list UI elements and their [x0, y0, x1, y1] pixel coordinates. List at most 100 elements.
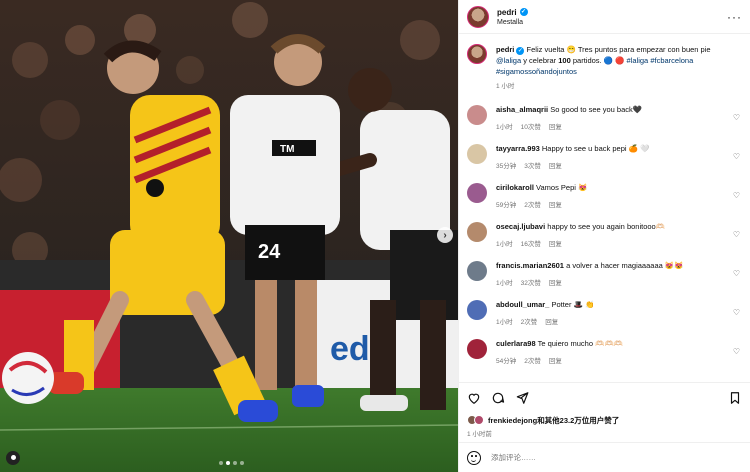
- svg-text:ed: ed: [330, 330, 370, 368]
- comment-row: abdoull_umar_ Potter 🎩 👏 1小时 2次赞 回复 ♡: [467, 300, 742, 326]
- comment-like-heart-icon[interactable]: ♡: [733, 191, 740, 200]
- likes-username[interactable]: frenkiedejong: [488, 416, 537, 425]
- comment-text: So good to see you back🖤: [550, 105, 643, 114]
- avatar[interactable]: [467, 183, 487, 203]
- reply-button[interactable]: 回复: [549, 199, 562, 209]
- comment-rows: aisha_almaqrii So good to see you back🖤 1…: [467, 105, 742, 365]
- comment-text: Vamos Pepi 😻: [536, 183, 588, 192]
- comment-like-heart-icon[interactable]: ♡: [733, 308, 740, 317]
- bookmark-icon[interactable]: [728, 391, 742, 405]
- comment-row: aisha_almaqrii So good to see you back🖤 1…: [467, 105, 742, 131]
- avatar[interactable]: [467, 339, 487, 359]
- verified-badge-icon: ✓: [516, 47, 525, 55]
- carousel-dot: [233, 461, 237, 465]
- comment-text: Potter 🎩 👏: [551, 300, 595, 309]
- add-comment-bar: [459, 442, 750, 472]
- comment-likes[interactable]: 2次赞: [524, 199, 541, 209]
- comment-likes[interactable]: 10次赞: [521, 121, 541, 131]
- avatar: [474, 415, 484, 425]
- carousel-dot: [240, 461, 244, 465]
- avatar[interactable]: [467, 222, 487, 242]
- comment-like-heart-icon[interactable]: ♡: [733, 347, 740, 356]
- comment-like-heart-icon[interactable]: ♡: [733, 230, 740, 239]
- comment-username[interactable]: cirilokaroll: [496, 183, 534, 192]
- comment-username[interactable]: aisha_almaqrii: [496, 105, 548, 114]
- comment-like-heart-icon[interactable]: ♡: [733, 269, 740, 278]
- caption-mention[interactable]: @laliga: [496, 56, 521, 65]
- comment-like-heart-icon[interactable]: ♡: [733, 113, 740, 122]
- comment-time: 59分钟: [496, 202, 517, 209]
- caption-time: 1 小时: [496, 83, 515, 90]
- comment-like-heart-icon[interactable]: ♡: [733, 152, 740, 161]
- comment-likes[interactable]: 2次赞: [524, 355, 541, 365]
- comment-time: 1小时: [496, 280, 513, 287]
- post-header: pedri ✓ Mestalla ···: [459, 0, 750, 34]
- svg-text:TM: TM: [280, 144, 294, 155]
- reply-button[interactable]: 回复: [549, 277, 562, 287]
- verified-badge-icon: ✓: [519, 8, 528, 16]
- comment-row: osecaj.ljubavi happy to see you again bo…: [467, 222, 742, 248]
- comment-likes[interactable]: 2次赞: [521, 316, 538, 326]
- comment-time: 1小时: [496, 241, 513, 248]
- avatar[interactable]: [467, 105, 487, 125]
- carousel-dot: [219, 461, 223, 465]
- avatar[interactable]: [467, 44, 487, 64]
- post-timestamp: 1 小时前: [467, 431, 492, 438]
- comment-time: 1小时: [496, 319, 513, 326]
- comment-text: Happy to see u back pepi 🍊 🤍: [541, 144, 650, 153]
- comments-list: pedri ✓ Feliz vuelta 😁 Tres puntos para …: [459, 34, 750, 382]
- reply-button[interactable]: 回复: [549, 160, 562, 170]
- comment-row: culerlara98 Te quiero mucho 🫶🏻🫶🏻🫶🏻 54分钟 2次…: [467, 339, 742, 365]
- avatar[interactable]: [467, 5, 489, 28]
- reply-button[interactable]: 回复: [549, 121, 562, 131]
- comment-row: cirilokaroll Vamos Pepi 😻 59分钟 2次赞 回复 ♡: [467, 183, 742, 209]
- post-caption: pedri ✓ Feliz vuelta 😁 Tres puntos para …: [467, 44, 742, 92]
- comment-username[interactable]: tayyarra.993: [496, 144, 540, 153]
- post-image[interactable]: ed TM 24 ›: [0, 0, 458, 472]
- comment-username[interactable]: osecaj.ljubavi: [496, 222, 545, 231]
- emoji-icon[interactable]: [467, 450, 481, 465]
- reply-button[interactable]: 回复: [549, 355, 562, 365]
- caption-text-mid: y celebrar: [521, 56, 559, 65]
- carousel-dot-active: [226, 461, 230, 465]
- comment-likes[interactable]: 3次赞: [524, 160, 541, 170]
- comment-time: 35分钟: [496, 163, 517, 170]
- likes-summary: frenkiedejong和其他23.2万位用户赞了: [459, 412, 750, 428]
- caption-text-mid2: partidos. 🔵 🔴: [570, 56, 627, 65]
- post-location[interactable]: Mestalla: [497, 19, 528, 26]
- comment-time: 1小时: [496, 124, 513, 131]
- user-tag-icon[interactable]: [6, 451, 20, 465]
- caption-badge: 100: [558, 56, 571, 65]
- comment-text: a volver a hacer magiaaaaaa 😻😻: [566, 261, 684, 270]
- caption-text: Feliz vuelta 😁 Tres puntos para empezar …: [526, 45, 711, 54]
- next-image-button[interactable]: ›: [437, 227, 453, 243]
- reply-button[interactable]: 回复: [545, 316, 558, 326]
- comment-likes[interactable]: 16次赞: [521, 238, 541, 248]
- avatar[interactable]: [467, 261, 487, 281]
- action-bar: [459, 382, 750, 412]
- comment-username[interactable]: culerlara98: [496, 339, 536, 348]
- comment-username[interactable]: francis.marian2601: [496, 261, 564, 270]
- comment-text: Te quiero mucho 🫶🏻🫶🏻🫶🏻: [537, 339, 624, 348]
- svg-text:24: 24: [258, 241, 281, 263]
- comment-row: tayyarra.993 Happy to see u back pepi 🍊 …: [467, 144, 742, 170]
- heart-icon[interactable]: [467, 391, 481, 405]
- comment-likes[interactable]: 32次赞: [521, 277, 541, 287]
- comment-time: 54分钟: [496, 358, 517, 365]
- send-icon[interactable]: [515, 391, 529, 405]
- caption-username[interactable]: pedri: [496, 45, 514, 54]
- comment-text: happy to see you again bonitooo🫶🏻: [547, 222, 666, 231]
- comment-row: francis.marian2601 a volver a hacer magi…: [467, 261, 742, 287]
- avatar[interactable]: [467, 144, 487, 164]
- add-comment-input[interactable]: [491, 453, 731, 462]
- avatar[interactable]: [467, 300, 487, 320]
- instagram-post-view: ed TM 24 › pedri ✓ Mestalla ··· pedri ✓ …: [0, 0, 750, 472]
- comment-icon[interactable]: [491, 391, 505, 405]
- likes-count-text[interactable]: 和其他23.2万位用户赞了: [537, 416, 619, 425]
- more-options-icon[interactable]: ···: [727, 10, 742, 24]
- reply-button[interactable]: 回复: [549, 238, 562, 248]
- comment-username[interactable]: abdoull_umar_: [496, 300, 549, 309]
- carousel-indicator: [219, 461, 244, 465]
- author-username[interactable]: pedri: [497, 8, 517, 17]
- chevron-right-icon: ›: [443, 229, 447, 241]
